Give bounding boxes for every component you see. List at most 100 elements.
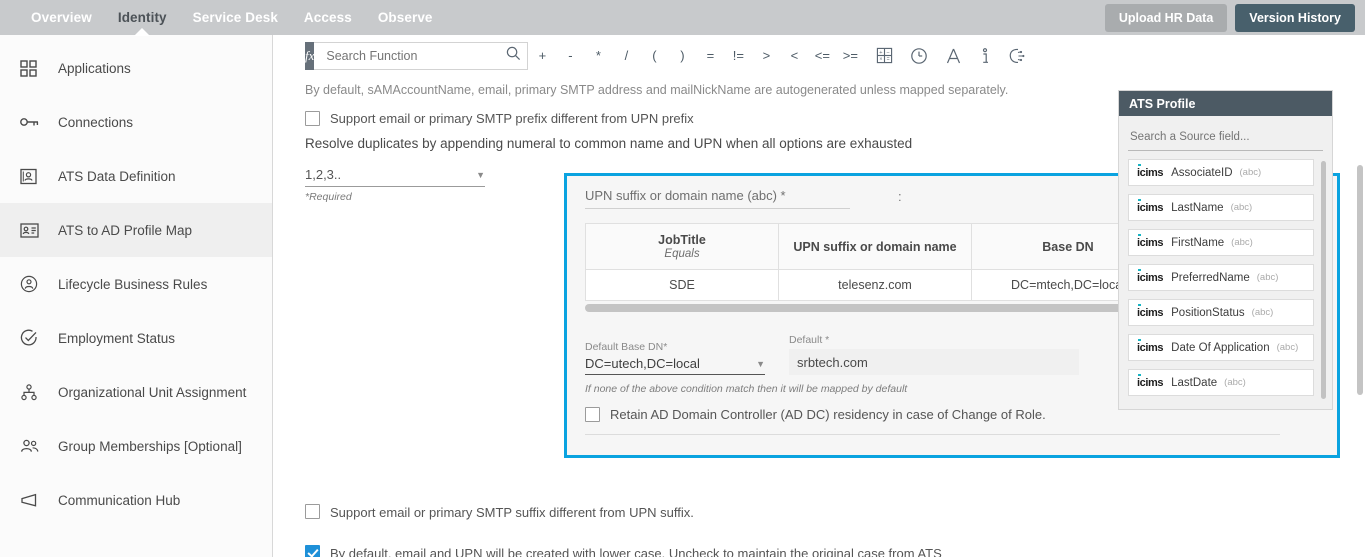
sidebar-item-ats-data-definition[interactable]: ATS Data Definition bbox=[0, 149, 272, 203]
operator-button[interactable]: / bbox=[615, 42, 637, 70]
nav-tab-access[interactable]: Access bbox=[291, 0, 365, 35]
header-actions: Upload HR Data Version History bbox=[1104, 0, 1365, 35]
search-function-field[interactable] bbox=[314, 41, 529, 70]
profile-list-scrollbar[interactable] bbox=[1321, 161, 1326, 399]
source-field-type: (abc) bbox=[1251, 307, 1274, 318]
operator-button[interactable]: + bbox=[531, 42, 553, 70]
formula-toolbar: fx +-*/()=!=><<=>= + −× = bbox=[305, 41, 1025, 70]
operator-button[interactable]: <= bbox=[811, 42, 833, 70]
source-field-search-input[interactable] bbox=[1128, 130, 1323, 144]
source-field-type: (abc) bbox=[1230, 202, 1253, 213]
clock-icon[interactable] bbox=[910, 47, 928, 65]
default-base-dn-select[interactable]: DC=utech,DC=local ▼ bbox=[585, 356, 765, 375]
id-badge-icon bbox=[20, 219, 46, 241]
operator-button[interactable]: = bbox=[699, 42, 721, 70]
sidebar-item-organizational-unit-assignment[interactable]: Organizational Unit Assignment bbox=[0, 365, 272, 419]
nav-items: Overview Identity Service Desk Access Observ… bbox=[18, 0, 446, 35]
source-field-item[interactable]: icims AssociateID (abc) bbox=[1128, 159, 1314, 186]
nav-tab-observe[interactable]: Observe bbox=[365, 0, 446, 35]
smtp-prefix-checkbox[interactable] bbox=[305, 111, 320, 126]
icims-logo-icon: icims bbox=[1137, 268, 1164, 284]
calculator-icon[interactable]: + − × = bbox=[876, 47, 893, 64]
chevron-down-icon: ▼ bbox=[756, 358, 765, 369]
user-circle-icon bbox=[20, 273, 46, 295]
source-field-item[interactable]: icims FirstName (abc) bbox=[1128, 229, 1314, 256]
column-title: UPN suffix or domain name bbox=[793, 239, 957, 254]
body-wrapper: Applications Connections ATS Data Definiti… bbox=[0, 35, 1365, 557]
main-content: fx +-*/()=!=><<=>= + −× = bbox=[273, 35, 1365, 557]
operator-button[interactable]: >= bbox=[839, 42, 861, 70]
operator-button[interactable]: ( bbox=[643, 42, 665, 70]
sidebar-item-communication-hub[interactable]: Communication Hub bbox=[0, 473, 272, 527]
sidebar-item-label: ATS Data Definition bbox=[58, 168, 176, 184]
text-format-icon[interactable] bbox=[945, 47, 962, 65]
sidebar-item-label: Lifecycle Business Rules bbox=[58, 276, 208, 292]
column-title: JobTitle bbox=[658, 233, 706, 247]
nav-tab-service-desk[interactable]: Service Desk bbox=[180, 0, 291, 35]
sidebar-item-label: Employment Status bbox=[58, 330, 176, 346]
sidebar: Applications Connections ATS Data Definiti… bbox=[0, 35, 273, 557]
bottom-checkbox-1[interactable] bbox=[305, 504, 320, 519]
source-field-item[interactable]: icims Date Of Application (abc) bbox=[1128, 334, 1314, 361]
sidebar-item-employment-status[interactable]: Employment Status bbox=[0, 311, 272, 365]
sidebar-item-connections[interactable]: Connections bbox=[0, 95, 272, 149]
sidebar-item-ats-to-ad-profile-map[interactable]: ATS to AD Profile Map bbox=[0, 203, 272, 257]
numeral-select[interactable]: 1,2,3.. ▼ bbox=[305, 167, 485, 187]
megaphone-icon bbox=[20, 489, 46, 511]
bottom-checkbox-group: Support email or primary SMTP suffix dif… bbox=[273, 503, 1365, 557]
operator-button[interactable]: * bbox=[587, 42, 609, 70]
retain-dc-checkbox[interactable] bbox=[585, 407, 600, 422]
sidebar-item-label: Communication Hub bbox=[58, 492, 181, 508]
bottom-checkbox-row-1[interactable]: Support email or primary SMTP suffix dif… bbox=[305, 503, 1365, 522]
sidebar-item-label: ATS to AD Profile Map bbox=[58, 222, 193, 238]
source-field-item[interactable]: icims LastName (abc) bbox=[1128, 194, 1314, 221]
icims-logo-icon: icims bbox=[1137, 303, 1164, 319]
bottom-checkbox-row-2[interactable]: By default, email and UPN will be create… bbox=[305, 544, 1365, 557]
fx-button[interactable]: fx bbox=[305, 41, 315, 70]
users-icon bbox=[20, 435, 46, 457]
source-field-type: (abc) bbox=[1224, 377, 1246, 388]
source-field-name: PositionStatus bbox=[1171, 306, 1245, 319]
upn-suffix-field[interactable]: UPN suffix or domain name (abc) * bbox=[585, 188, 850, 209]
operator-button[interactable]: < bbox=[783, 42, 805, 70]
source-field-item[interactable]: icims PositionStatus (abc) bbox=[1128, 299, 1314, 326]
table-column-header: UPN suffix or domain name bbox=[778, 223, 972, 270]
sidebar-item-label: Applications bbox=[58, 60, 131, 76]
operator-button[interactable]: ) bbox=[671, 42, 693, 70]
operator-button[interactable]: != bbox=[727, 42, 749, 70]
info-icon[interactable] bbox=[979, 47, 991, 65]
operator-button[interactable]: > bbox=[755, 42, 777, 70]
nav-tab-overview[interactable]: Overview bbox=[18, 0, 105, 35]
search-icon bbox=[506, 46, 521, 66]
upload-hr-data-button[interactable]: Upload HR Data bbox=[1104, 3, 1228, 32]
icims-logo-icon: icims bbox=[1137, 163, 1164, 179]
table-body: SDE telesenz.com DC=mtech,DC=local bbox=[585, 269, 1165, 301]
sidebar-item-lifecycle-business-rules[interactable]: Lifecycle Business Rules bbox=[0, 257, 272, 311]
version-history-button[interactable]: Version History bbox=[1235, 3, 1355, 32]
ai-brain-icon[interactable] bbox=[1008, 47, 1026, 65]
page-scrollbar[interactable] bbox=[1357, 165, 1363, 395]
chevron-down-icon: ▼ bbox=[476, 169, 485, 180]
source-field-item[interactable]: icims PreferredName (abc) bbox=[1128, 264, 1314, 291]
source-field-item[interactable]: icims LastDate (abc) bbox=[1128, 369, 1314, 396]
bottom-checkbox-2[interactable] bbox=[305, 545, 320, 557]
table-cell[interactable]: telesenz.com bbox=[778, 269, 972, 301]
nav-tab-label: Identity bbox=[117, 10, 167, 25]
sidebar-item-applications[interactable]: Applications bbox=[0, 41, 272, 95]
source-field-type: (abc) bbox=[1256, 272, 1279, 283]
table-cell[interactable]: SDE bbox=[585, 269, 779, 301]
source-field-search[interactable] bbox=[1128, 127, 1323, 151]
top-navigation-bar: Overview Identity Service Desk Access Observ… bbox=[0, 0, 1365, 35]
table-horizontal-scrollbar[interactable] bbox=[585, 304, 1165, 312]
formula-tool-icons: + − × = bbox=[876, 47, 1026, 65]
icims-logo-icon: icims bbox=[1137, 198, 1164, 214]
table-row[interactable]: SDE telesenz.com DC=mtech,DC=local bbox=[585, 269, 1165, 301]
operator-button[interactable]: - bbox=[559, 42, 581, 70]
sidebar-item-group-memberships-optional[interactable]: Group Memberships [Optional] bbox=[0, 419, 272, 473]
source-field-name: Date Of Application bbox=[1171, 341, 1270, 354]
nav-tab-identity[interactable]: Identity bbox=[105, 0, 180, 35]
table-column-header: JobTitle Equals bbox=[585, 223, 779, 270]
search-function-input[interactable] bbox=[324, 47, 507, 64]
profile-mapping-table: JobTitle Equals UPN suffix or domain name B… bbox=[585, 223, 1165, 301]
default-domain-input[interactable] bbox=[789, 349, 1079, 375]
